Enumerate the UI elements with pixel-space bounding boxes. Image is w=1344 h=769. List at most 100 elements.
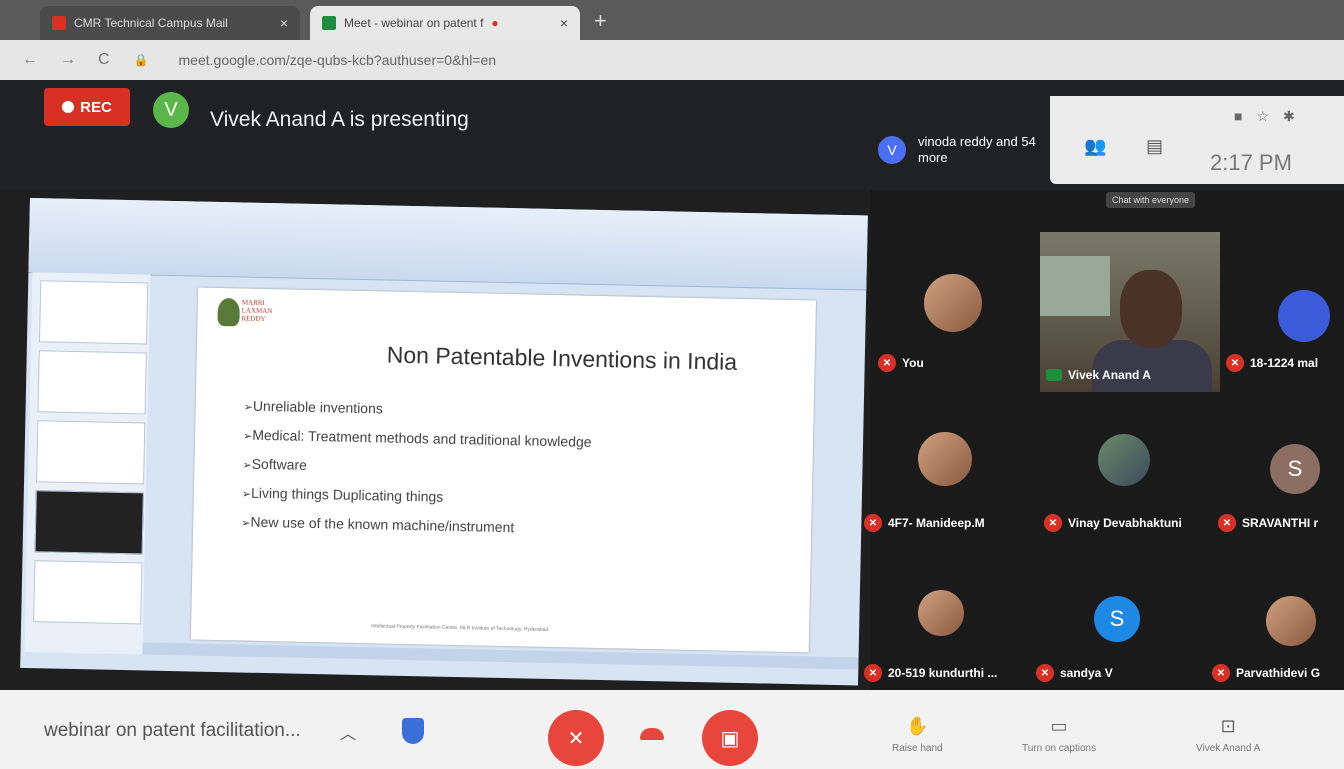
participants-count-text: vinoda reddy and 54 more xyxy=(918,134,1036,165)
participant-tile[interactable]: ✕ 18-1224 mal xyxy=(1220,232,1344,382)
tab-title: Meet - webinar on patent f xyxy=(344,16,484,30)
presenter-avatar: V xyxy=(153,92,189,128)
forward-icon[interactable]: → xyxy=(60,51,76,69)
slides-thumbnail-pane xyxy=(24,272,151,655)
participant-label: ✕ sandya V xyxy=(1036,664,1113,682)
participant-label: Vivek Anand A xyxy=(1046,368,1151,382)
url-field[interactable]: meet.google.com/zqe-qubs-kcb?authuser=0&… xyxy=(179,52,497,68)
chat-tooltip: Chat with everyone xyxy=(1106,192,1196,208)
people-icon[interactable]: 👥 xyxy=(1084,136,1106,157)
college-logo: MARRI LAXMAN REDDY xyxy=(217,296,288,337)
star-icon[interactable]: ☆ xyxy=(1256,108,1283,124)
microphone-toggle-button[interactable]: ✕ xyxy=(548,710,604,766)
chevron-up-icon[interactable]: ︿ xyxy=(340,720,356,744)
powerpoint-window: MARRI LAXMAN REDDY Non Patentable Invent… xyxy=(20,198,868,686)
background-wall xyxy=(1040,256,1110,316)
camera-toggle-button[interactable]: ▣ xyxy=(702,710,758,766)
raise-hand-button[interactable]: ✋ Raise hand xyxy=(892,716,943,754)
participant-label: ✕ 4F7- Manideep.M xyxy=(864,514,985,532)
participant-label: ✕ You xyxy=(878,354,924,372)
tab-title: CMR Technical Campus Mail xyxy=(74,16,228,30)
presenter-video-tile[interactable]: Vivek Anand A xyxy=(1040,232,1220,392)
participant-tile[interactable]: S ✕ sandya V xyxy=(1030,542,1205,692)
participant-label: ✕ 18-1224 mal xyxy=(1226,354,1318,372)
new-tab-button[interactable]: + xyxy=(594,8,607,34)
lock-icon[interactable]: 🔒 xyxy=(134,53,149,67)
slide-thumbnail[interactable] xyxy=(37,350,147,415)
avatar xyxy=(924,274,982,332)
camera-icon[interactable]: ■ xyxy=(1234,108,1256,124)
avatar xyxy=(1098,434,1150,486)
avatar xyxy=(1266,596,1316,646)
present-screen-icon: ⊡ xyxy=(1220,716,1236,736)
slide-thumbnail[interactable] xyxy=(33,560,143,625)
end-call-button[interactable] xyxy=(640,728,664,740)
close-tab-icon[interactable]: × xyxy=(560,15,568,31)
mic-off-icon: ✕ xyxy=(1218,514,1236,532)
gmail-icon xyxy=(52,16,66,30)
logo-text: MARRI LAXMAN REDDY xyxy=(241,298,273,323)
mic-off-icon: ✕ xyxy=(1226,354,1244,372)
record-icon xyxy=(62,101,75,113)
captions-icon: ▭ xyxy=(1050,716,1068,736)
mic-off-icon: ✕ xyxy=(864,514,882,532)
shield-icon[interactable] xyxy=(402,718,424,744)
tab-meet[interactable]: Meet - webinar on patent f ● × xyxy=(310,6,580,40)
extension-icon[interactable]: ✱ xyxy=(1283,108,1309,124)
mic-off-icon: ✕ xyxy=(1036,664,1054,682)
presenting-status: Vivek Anand A is presenting xyxy=(210,108,469,131)
tree-logo-icon xyxy=(217,297,240,327)
meeting-details-title[interactable]: webinar on patent facilitation... xyxy=(44,720,301,742)
participant-tile[interactable]: ✕ Parvathidevi G xyxy=(1206,542,1344,692)
clock: 2:17 PM xyxy=(1210,150,1292,175)
close-tab-icon[interactable]: × xyxy=(280,15,288,31)
participant-tile[interactable]: ✕ 4F7- Manideep.M xyxy=(858,392,1033,542)
slide-bullets: Unreliable inventions Medical: Treatment… xyxy=(241,393,592,545)
recording-indicator: REC xyxy=(44,88,130,126)
hand-icon: ✋ xyxy=(906,716,929,736)
button-label: Vivek Anand A xyxy=(1196,743,1261,754)
participant-label: ✕ 20-519 kundurthi ... xyxy=(864,664,997,682)
slide-thumbnail[interactable] xyxy=(38,280,149,345)
chat-icon[interactable]: ▤ xyxy=(1146,136,1163,157)
avatar: V xyxy=(878,136,906,164)
slide-thumbnail[interactable] xyxy=(36,420,146,485)
slide-thumbnail[interactable] xyxy=(34,490,144,555)
participant-tile[interactable]: S ✕ SRAVANTHI r xyxy=(1212,392,1344,542)
participant-tile[interactable]: ✕ Vinay Devabhaktuni xyxy=(1038,392,1213,542)
recording-dot-icon: ● xyxy=(491,16,499,30)
rec-label: REC xyxy=(80,98,112,116)
meet-icon xyxy=(322,16,336,30)
participant-label: ✕ Vinay Devabhaktuni xyxy=(1044,514,1182,532)
slide-title: Non Patentable Inventions in India xyxy=(386,341,738,375)
avatar xyxy=(1278,290,1330,342)
speaking-icon xyxy=(1046,369,1062,381)
avatar xyxy=(918,432,972,486)
mic-off-icon: ✕ xyxy=(567,727,585,750)
address-bar: ← → C 🔒 meet.google.com/zqe-qubs-kcb?aut… xyxy=(0,40,1344,80)
mic-off-icon: ✕ xyxy=(864,664,882,682)
participant-tile[interactable]: ✕ You xyxy=(872,232,1047,382)
avatar xyxy=(918,590,964,636)
avatar: S xyxy=(1094,596,1140,642)
participants-summary[interactable]: V vinoda reddy and 54 more xyxy=(878,120,1048,180)
button-label: Raise hand xyxy=(892,743,943,754)
avatar: S xyxy=(1270,444,1320,494)
mic-off-icon: ✕ xyxy=(1212,664,1230,682)
participant-label: ✕ Parvathidevi G xyxy=(1212,664,1320,682)
participant-label: ✕ SRAVANTHI r xyxy=(1218,514,1318,532)
bullet-item: New use of the known machine/instrument xyxy=(241,508,590,544)
camera-off-icon: ▣ xyxy=(720,727,740,750)
browser-tab-bar: CMR Technical Campus Mail × Meet - webin… xyxy=(0,0,1344,40)
button-label: Turn on captions xyxy=(1022,743,1097,754)
presenter-head xyxy=(1120,270,1182,348)
presenting-button[interactable]: ⊡ Vivek Anand A xyxy=(1196,716,1260,754)
tab-gmail[interactable]: CMR Technical Campus Mail × xyxy=(40,6,300,40)
participant-tile[interactable]: ✕ 20-519 kundurthi ... xyxy=(858,542,1033,692)
mic-off-icon: ✕ xyxy=(878,354,896,372)
current-slide: MARRI LAXMAN REDDY Non Patentable Invent… xyxy=(190,287,817,653)
captions-button[interactable]: ▭ Turn on captions xyxy=(1022,716,1096,754)
browser-extension-icons: ■☆✱ xyxy=(1234,108,1309,125)
back-icon[interactable]: ← xyxy=(22,51,38,69)
reload-icon[interactable]: C xyxy=(98,51,110,69)
